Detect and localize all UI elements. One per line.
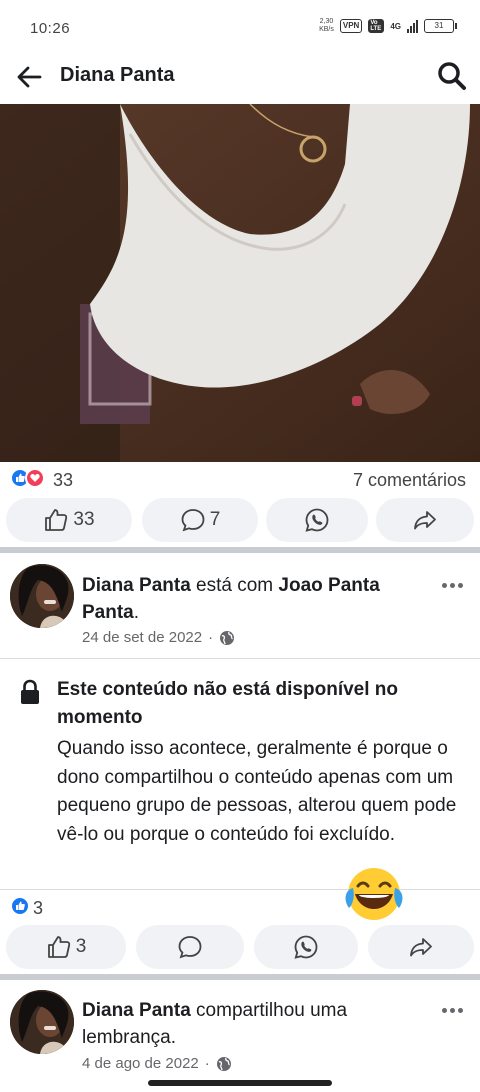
avatar[interactable] bbox=[10, 990, 74, 1054]
volte-badge: Vo LTE bbox=[368, 19, 385, 33]
globe-icon bbox=[220, 630, 235, 645]
post1-reactions[interactable]: 33 7 comentários bbox=[0, 464, 480, 494]
like-button[interactable]: 33 bbox=[6, 498, 132, 542]
unavailable-title: Este conteúdo não está disponível no mom… bbox=[57, 679, 398, 728]
post-title: Diana Panta compartilhou uma lembrança. bbox=[82, 1000, 348, 1048]
whatsapp-icon bbox=[305, 508, 329, 532]
post3-header: Diana Panta compartilhou uma lembrança. … bbox=[0, 980, 480, 1080]
signal-icon bbox=[407, 19, 418, 33]
author-name[interactable]: Diana Panta bbox=[82, 575, 191, 596]
reaction-count: 3 bbox=[33, 898, 44, 918]
laughing-emoji-icon bbox=[345, 868, 403, 920]
reaction-icons bbox=[10, 468, 45, 488]
post2-reactions[interactable]: 3 bbox=[0, 892, 480, 922]
more-options-icon[interactable] bbox=[442, 1008, 466, 1018]
like-reaction-icon bbox=[10, 896, 30, 916]
like-icon bbox=[45, 509, 68, 531]
app-header: Diana Panta bbox=[0, 52, 480, 102]
unavailable-body: Quando isso acontece, geralmente é porqu… bbox=[57, 738, 457, 845]
reaction-count: 33 bbox=[53, 470, 74, 490]
author-name[interactable]: Diana Panta bbox=[82, 1000, 191, 1021]
like-count: 3 bbox=[75, 936, 87, 957]
like-count: 33 bbox=[73, 509, 95, 530]
back-arrow-icon[interactable] bbox=[14, 62, 44, 92]
post2-actions: 3 bbox=[0, 925, 480, 971]
comment-icon bbox=[181, 509, 205, 532]
post2-header: Diana Panta está com Joao Panta Panta. 2… bbox=[0, 553, 480, 653]
more-options-icon[interactable] bbox=[442, 583, 466, 593]
post-meta: 4 de ago de 2022 · bbox=[82, 1055, 232, 1072]
post-meta: 24 de set de 2022 · bbox=[82, 629, 235, 646]
network-type: 4G bbox=[390, 21, 401, 31]
share-button[interactable] bbox=[376, 498, 474, 542]
comment-icon bbox=[178, 936, 202, 959]
avatar-image bbox=[10, 564, 74, 628]
globe-icon bbox=[216, 1056, 231, 1071]
whatsapp-share-button[interactable] bbox=[254, 925, 358, 969]
post-photo[interactable] bbox=[0, 104, 480, 462]
avatar-image bbox=[10, 990, 74, 1054]
status-time: 10:26 bbox=[30, 20, 71, 37]
share-icon bbox=[410, 938, 432, 957]
comment-button[interactable]: 7 bbox=[142, 498, 258, 542]
status-bar: 10:26 2,30 KB/s VPN Vo LTE 4G 31 bbox=[0, 0, 480, 52]
comments-count-link[interactable]: 7 comentários bbox=[353, 470, 466, 491]
avatar[interactable] bbox=[10, 564, 74, 628]
whatsapp-icon bbox=[294, 935, 318, 959]
unavailable-content-box: Este conteúdo não está disponível no mom… bbox=[0, 658, 480, 890]
post-title: Diana Panta está com Joao Panta Panta. bbox=[82, 575, 380, 623]
post-date[interactable]: 4 de ago de 2022 bbox=[82, 1055, 199, 1072]
share-icon bbox=[414, 511, 436, 530]
page-title: Diana Panta bbox=[60, 64, 175, 86]
lock-icon bbox=[21, 679, 39, 704]
comment-count: 7 bbox=[209, 509, 221, 530]
search-icon[interactable] bbox=[436, 60, 468, 92]
share-button[interactable] bbox=[368, 925, 474, 969]
status-icons: 2,30 KB/s VPN Vo LTE 4G 31 bbox=[319, 18, 457, 34]
vpn-badge: VPN bbox=[339, 19, 363, 33]
like-button[interactable]: 3 bbox=[6, 925, 126, 969]
battery-icon: 31 bbox=[424, 19, 457, 33]
whatsapp-share-button[interactable] bbox=[266, 498, 368, 542]
network-speed: 2,30 KB/s bbox=[319, 18, 334, 33]
photo-illustration bbox=[0, 104, 480, 462]
post-date[interactable]: 24 de set de 2022 bbox=[82, 629, 202, 646]
love-reaction-icon bbox=[25, 468, 45, 488]
like-icon bbox=[47, 936, 70, 958]
comment-button[interactable] bbox=[136, 925, 244, 969]
reaction-icons bbox=[10, 896, 30, 916]
post1-actions: 33 7 bbox=[0, 498, 480, 544]
home-indicator[interactable] bbox=[148, 1080, 332, 1086]
